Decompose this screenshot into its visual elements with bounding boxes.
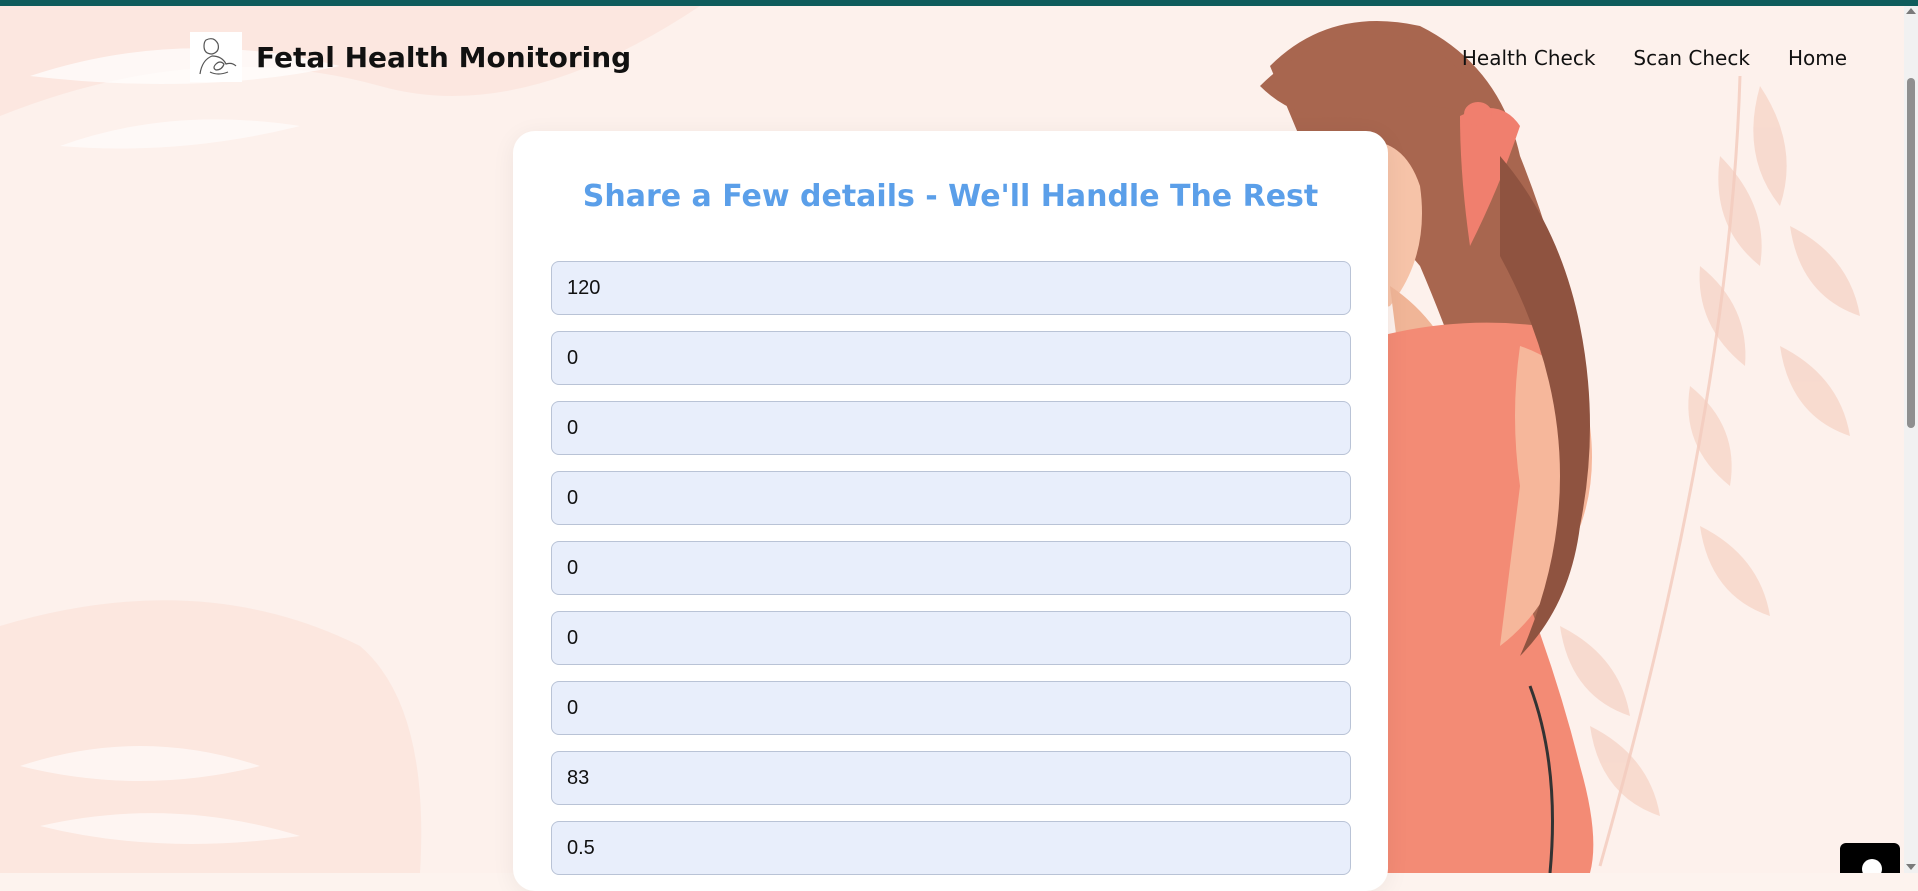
brand-title: Fetal Health Monitoring (256, 40, 632, 74)
form-field-5[interactable] (551, 541, 1351, 595)
form-field-1[interactable] (551, 261, 1351, 315)
details-form-card: Share a Few details - We'll Handle The R… (513, 131, 1388, 891)
brand[interactable]: Fetal Health Monitoring (190, 32, 631, 82)
scroll-thumb[interactable] (1907, 78, 1915, 428)
nav-scan-check[interactable]: Scan Check (1633, 46, 1750, 70)
form-field-8[interactable] (551, 751, 1351, 805)
form-field-6[interactable] (551, 611, 1351, 665)
floating-action-button[interactable] (1840, 843, 1900, 873)
form-field-3[interactable] (551, 401, 1351, 455)
form-field-2[interactable] (551, 331, 1351, 385)
mother-baby-icon (190, 32, 242, 82)
page-scrollbar[interactable] (1904, 6, 1918, 873)
scroll-down-arrow-icon[interactable] (1906, 864, 1916, 870)
form-field-9[interactable] (551, 821, 1351, 875)
nav-health-check[interactable]: Health Check (1462, 46, 1596, 70)
form-field-4[interactable] (551, 471, 1351, 525)
scroll-up-arrow-icon[interactable] (1906, 8, 1916, 14)
form-field-7[interactable] (551, 681, 1351, 735)
form-title: Share a Few details - We'll Handle The R… (582, 179, 1319, 214)
nav-home[interactable]: Home (1788, 46, 1847, 70)
main-nav: Health Check Scan Check Home (1424, 46, 1847, 70)
info-icon (1862, 859, 1882, 873)
